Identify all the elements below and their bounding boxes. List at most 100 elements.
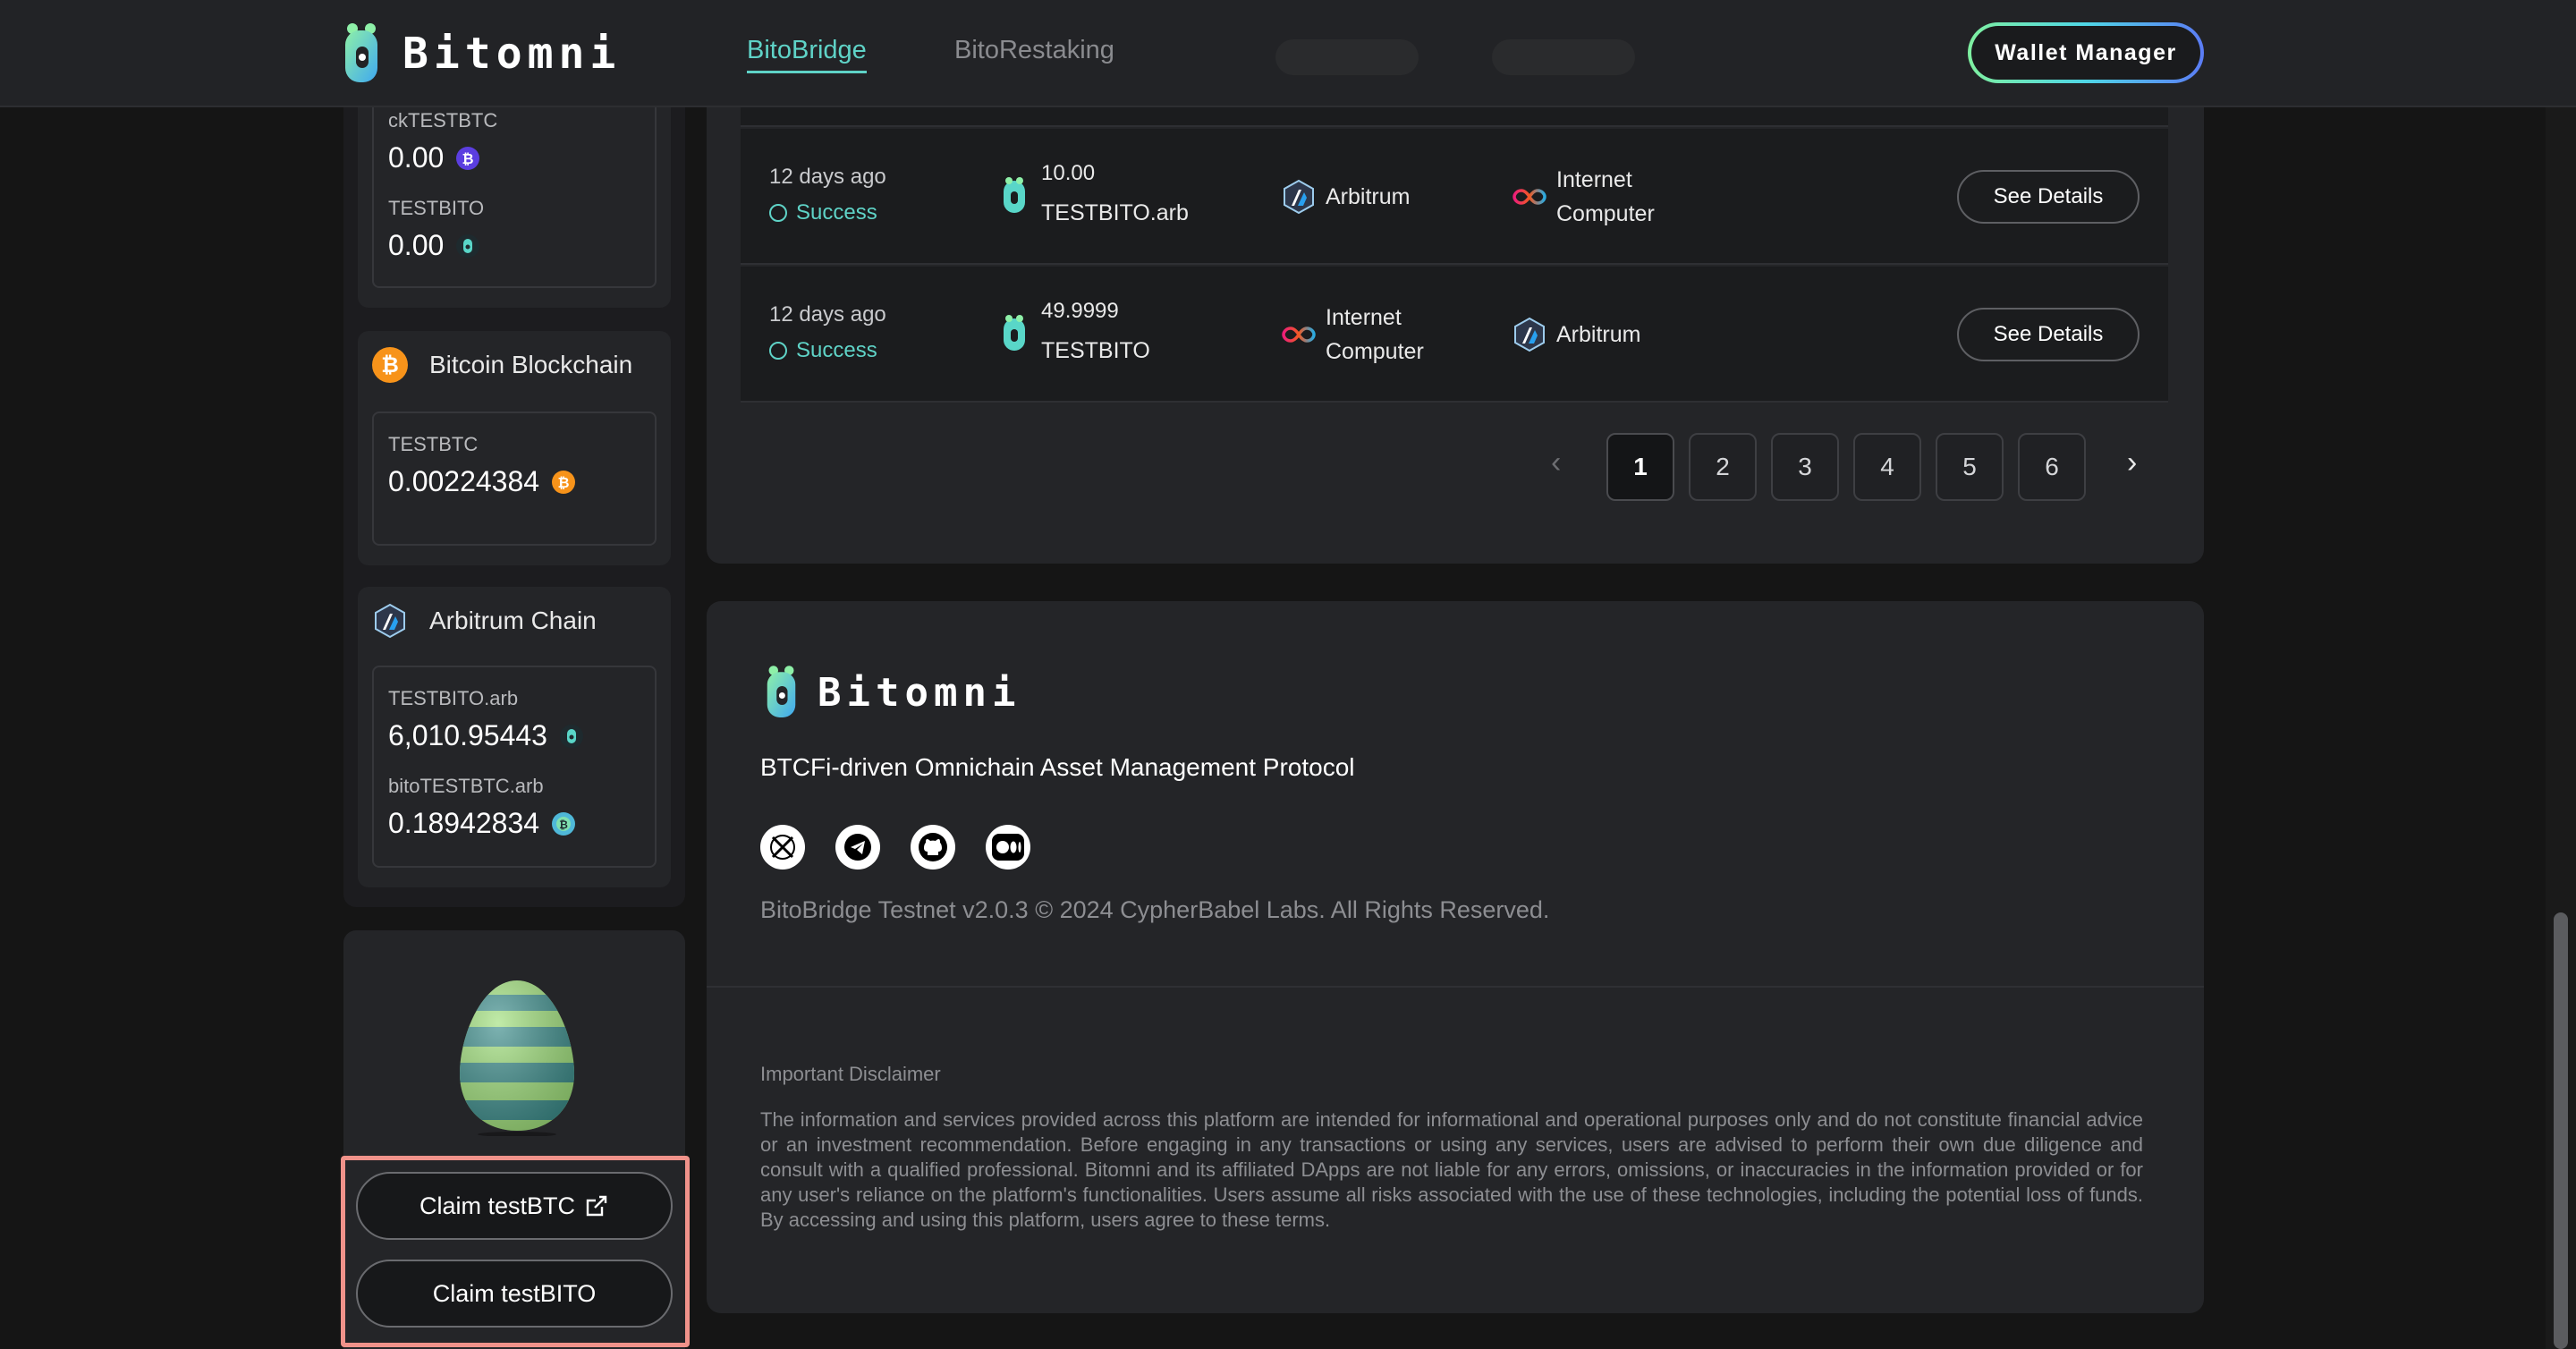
status-label: Success <box>796 338 877 362</box>
token-value: 0.00 <box>388 141 445 174</box>
table-row[interactable]: 12 days ago Success 10.00 TESTBITO.arb A… <box>741 129 2168 265</box>
telegram-icon[interactable] <box>835 825 880 870</box>
chain-name: Arbitrum <box>1326 184 1411 209</box>
bito-icon <box>559 724 583 748</box>
token-balance: 0.00 ₿ <box>388 141 480 174</box>
token-balance: 6,010.95443 <box>388 719 583 752</box>
arbitrum-chain-card: Arbitrum Chain TESTBITO.arb 6,010.95443 … <box>358 587 671 887</box>
svg-text:₿: ₿ <box>381 352 399 378</box>
bitobtc-icon: ₿ <box>552 811 576 836</box>
claim-testbtc-button[interactable]: Claim testBTC <box>356 1172 673 1240</box>
svg-text:₿: ₿ <box>558 474 570 491</box>
page-button-5[interactable]: 5 <box>1936 433 2004 501</box>
token-name: bitoTESTBTC.arb <box>388 775 544 797</box>
token-balance: 0.00 <box>388 229 480 262</box>
chain-title: ₿ Bitcoin Blockchain <box>372 347 632 383</box>
bitomni-mascot-icon <box>345 23 377 82</box>
github-icon[interactable] <box>911 825 955 870</box>
scrollbar-thumb[interactable] <box>2554 912 2568 1349</box>
external-link-icon <box>586 1195 607 1217</box>
tx-time: 12 days ago <box>769 302 886 327</box>
svg-text:₿: ₿ <box>462 150 474 167</box>
tx-from-chain: Internet Computer <box>1281 301 1424 369</box>
table-row[interactable]: 12 days ago Success 49.9999 TESTBITO Int… <box>741 267 2168 403</box>
header-logo[interactable]: Bitomni <box>343 20 621 88</box>
footer-divider <box>707 986 2204 988</box>
bito-icon <box>456 233 480 258</box>
tx-time: 12 days ago <box>769 165 886 189</box>
token-value: 0.18942834 <box>388 807 540 839</box>
token-balance: 0.18942834 ₿ <box>388 807 576 840</box>
tx-from-chain: Arbitrum <box>1281 179 1410 215</box>
logo-text: Bitomni <box>818 669 1021 716</box>
chain-name: Internet Computer <box>1556 163 1655 231</box>
tx-to-chain: Internet Computer <box>1512 163 1655 231</box>
chain-title-label: Bitcoin Blockchain <box>429 351 633 378</box>
footer-logo[interactable]: Bitomni <box>766 664 1021 721</box>
token-name: TESTBITO.arb <box>388 687 519 709</box>
see-details-button[interactable]: See Details <box>1957 308 2140 361</box>
arbitrum-icon <box>1284 179 1314 215</box>
nav-bitobridge[interactable]: BitoBridge <box>747 36 867 73</box>
x-icon[interactable] <box>760 825 805 870</box>
chain-name: Arbitrum <box>1556 322 1641 347</box>
prev-page-button[interactable]: ‹ <box>1551 445 1561 480</box>
bitcoin-orange-icon: ₿ <box>552 470 576 494</box>
bito-icon <box>1004 315 1025 351</box>
chain-title: Arbitrum Chain <box>372 603 597 639</box>
egg-icon <box>460 980 574 1136</box>
token-name: TESTBTC <box>388 433 479 455</box>
logo-text: Bitomni <box>402 29 622 79</box>
token-value: 0.00224384 <box>388 465 540 497</box>
token-name: TESTBITO <box>388 197 485 219</box>
bito-icon <box>1004 177 1025 213</box>
arbitrum-icon <box>1514 317 1545 352</box>
nav-biterestaking[interactable]: BitoRestaking <box>954 36 1114 65</box>
token-name: ckTESTBTC <box>388 109 498 132</box>
bitcoin-icon: ₿ <box>372 347 408 383</box>
disclaimer-title: Important Disclaimer <box>760 1063 941 1085</box>
see-details-button[interactable]: See Details <box>1957 170 2140 224</box>
bitomni-mascot-icon <box>767 666 796 717</box>
wallet-manager-button[interactable]: Wallet Manager <box>1968 22 2204 83</box>
page-button-4[interactable]: 4 <box>1853 433 1921 501</box>
tx-token: TESTBITO <box>1041 338 1150 363</box>
chain-name-line: Computer <box>1556 201 1655 226</box>
chain-title-label: Arbitrum Chain <box>429 607 597 634</box>
token-value: 0.00 <box>388 229 445 261</box>
tx-status: Success <box>769 338 877 363</box>
token-list: TESTBITO.arb 6,010.95443 bitoTESTBTC.arb… <box>372 666 657 868</box>
arbitrum-icon <box>375 603 405 639</box>
top-header: Bitomni BitoBridge BitoRestaking Wallet … <box>0 0 2576 107</box>
page-button-3[interactable]: 3 <box>1771 433 1839 501</box>
token-list: TESTBTC 0.00224384 ₿ <box>372 411 657 546</box>
token-balance: 0.00224384 ₿ <box>388 465 576 498</box>
copyright: BitoBridge Testnet v2.0.3 © 2024 CypherB… <box>760 896 1550 923</box>
nav-placeholder <box>1275 39 1419 75</box>
svg-text:₿: ₿ <box>559 819 568 831</box>
nav-placeholder <box>1492 39 1635 75</box>
tx-amount: 49.9999 <box>1041 299 1119 323</box>
bitcoin-purple-icon: ₿ <box>456 146 480 170</box>
page-button-2[interactable]: 2 <box>1689 433 1757 501</box>
tx-amount: 10.00 <box>1041 161 1096 185</box>
status-ring-icon <box>769 342 787 360</box>
claim-testbtc-label: Claim testBTC <box>419 1192 576 1219</box>
disclaimer-body: The information and services provided ac… <box>760 1108 2143 1231</box>
status-ring-icon <box>769 204 787 222</box>
footer: Bitomni BTCFi-driven Omnichain Asset Man… <box>707 601 2204 1313</box>
claim-testbito-button[interactable]: Claim testBITO <box>356 1260 673 1328</box>
internet-computer-icon <box>1513 189 1546 205</box>
page-button-1[interactable]: 1 <box>1606 433 1674 501</box>
tx-to-chain: Arbitrum <box>1512 317 1640 352</box>
medium-icon[interactable] <box>986 825 1030 870</box>
next-page-button[interactable]: › <box>2127 445 2137 480</box>
chain-name-line: Computer <box>1326 339 1424 364</box>
chain-name: Internet Computer <box>1326 301 1424 369</box>
token-value: 6,010.95443 <box>388 719 547 751</box>
bitcoin-chain-card: ₿ Bitcoin Blockchain TESTBTC 0.00224384 … <box>358 331 671 565</box>
page-button-6[interactable]: 6 <box>2018 433 2086 501</box>
tx-status: Success <box>769 200 877 225</box>
internet-computer-icon <box>1282 327 1316 343</box>
status-label: Success <box>796 200 877 225</box>
